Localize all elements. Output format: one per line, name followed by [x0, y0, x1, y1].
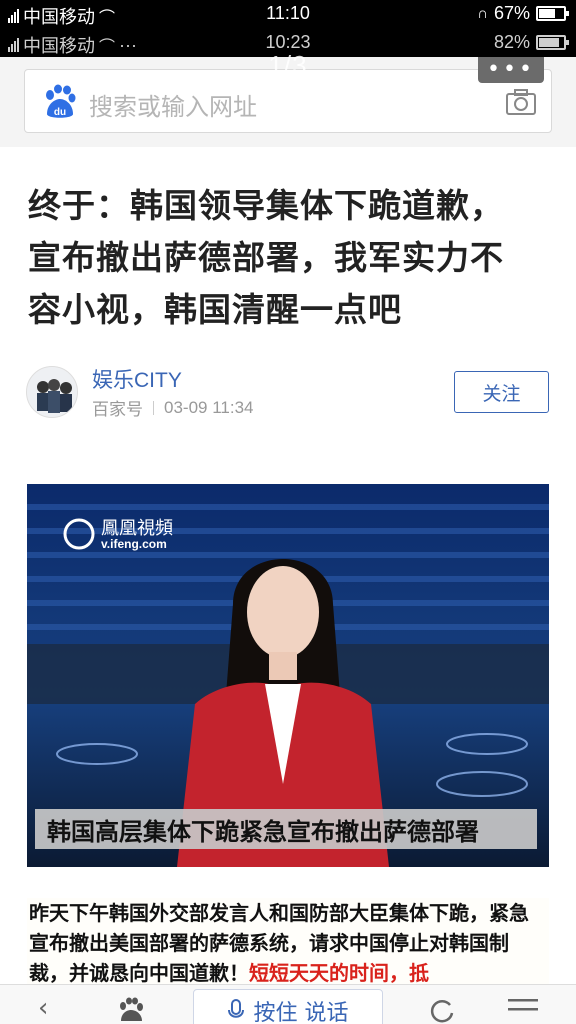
author-meta: 百家号 03-09 11:34 [92, 395, 253, 420]
battery-percent: 67% [493, 3, 530, 23]
more-options-button[interactable]: ••• [478, 57, 544, 83]
camera-icon[interactable] [505, 88, 537, 116]
voice-input-button[interactable]: 按住 说话 [193, 989, 383, 1024]
refresh-icon[interactable] [428, 997, 456, 1024]
battery-icon [536, 35, 569, 50]
browser-screen: 中国移动 ⌒ 11:10 ∩ 67% 中国移动 ⌒ ··· 10:23 82% [0, 0, 576, 1024]
watermark-name: 鳳凰視頻 [101, 518, 173, 539]
battery-fill [539, 38, 559, 47]
baidu-logo-text: du [54, 107, 66, 118]
follow-button[interactable]: 关注 [454, 371, 549, 413]
voice-label: 按住 说话 [253, 1001, 349, 1024]
bottom-toolbar: ‹ 按住 说话 [0, 984, 576, 1024]
back-icon[interactable]: ‹ [38, 995, 48, 1021]
headline-line: 宣布撤出萨德部署，我军实力不 [28, 238, 504, 277]
battery-fill [539, 9, 555, 18]
article-headline: 终于：韩国领导集体下跪道歉， 宣布撤出萨德部署，我军实力不 容小视，韩国清醒一点… [28, 180, 548, 336]
meta-divider [153, 400, 154, 415]
watermark-url: v.ifeng.com [101, 537, 167, 551]
publish-date: 03-09 11:34 [164, 397, 254, 417]
avatar-image [27, 367, 77, 417]
author-avatar[interactable] [26, 366, 78, 418]
article-body: 昨天下午韩国外交部发言人和国防部大臣集体下跪，紧急宣布撤出美国部署的萨德系统，请… [27, 898, 549, 988]
news-image[interactable]: 鳳凰視頻 v.ifeng.com 韩国高层集体下跪紧急宣布撤出萨德部署 [27, 484, 549, 867]
microphone-icon [227, 999, 244, 1018]
body-text-highlight: 短短天天的时间，抵 [249, 961, 429, 985]
status-right: ∩ 67% [477, 3, 569, 24]
baidu-paw-icon[interactable] [116, 997, 146, 1023]
menu-icon[interactable] [508, 997, 538, 1021]
search-placeholder: 搜索或输入网址 [89, 93, 257, 121]
status-bar: 中国移动 ⌒ 11:10 ∩ 67% [0, 0, 576, 29]
headline-line: 容小视，韩国清醒一点吧 [28, 290, 402, 329]
headset-icon: ∩ [477, 5, 488, 22]
image-caption: 韩国高层集体下跪紧急宣布撤出萨德部署 [35, 809, 537, 849]
headline-line: 终于：韩国领导集体下跪道歉， [28, 186, 504, 225]
baidu-paw-icon: du [46, 84, 76, 118]
author-source: 百家号 [92, 400, 143, 419]
author-name[interactable]: 娱乐CITY [92, 364, 182, 394]
battery-icon [536, 6, 569, 21]
